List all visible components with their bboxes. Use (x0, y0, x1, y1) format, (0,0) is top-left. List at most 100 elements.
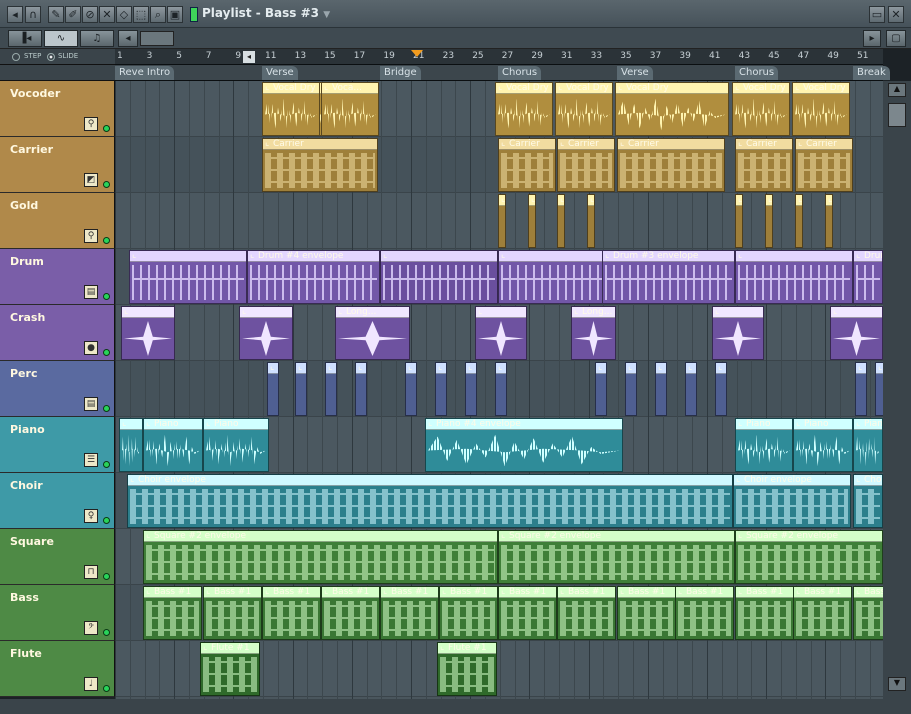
track-header-choir[interactable]: Choir ♀ (0, 473, 115, 529)
piano-envelope-clip[interactable]: Piano #4 envelope (425, 418, 623, 472)
gold-clip[interactable] (498, 194, 506, 248)
drum-clip[interactable] (498, 250, 616, 304)
paint-tool-icon[interactable]: ✐ (65, 6, 81, 23)
drum-icon[interactable]: ▤ (84, 397, 98, 411)
perc-clip[interactable] (435, 362, 447, 416)
zoom-tool-icon[interactable]: ⌕ (150, 6, 166, 23)
piano-clip[interactable]: Piano (853, 418, 883, 472)
crash-clip[interactable] (121, 306, 175, 360)
crash-clip[interactable] (239, 306, 293, 360)
delete-tool-icon[interactable]: ⊘ (82, 6, 98, 23)
perc-clip[interactable] (295, 362, 307, 416)
bass-clip[interactable]: Bass #1 (557, 586, 616, 640)
bass-clef-icon[interactable]: 𝄢 (84, 621, 98, 635)
select-tool-icon[interactable]: ⬚ (133, 6, 149, 23)
track-enable-led[interactable] (103, 573, 110, 580)
scroll-right-icon[interactable]: ▸ (863, 30, 881, 47)
bass-clip[interactable]: Bass #1 (853, 586, 883, 640)
carrier-clip[interactable]: Carrier (617, 138, 725, 192)
vocal-clip[interactable]: Voca... (321, 82, 379, 136)
track-enable-led[interactable] (103, 237, 110, 244)
menu-arrow-icon[interactable]: ◂ (7, 6, 23, 23)
perc-clip[interactable] (875, 362, 883, 416)
draw-tool-icon[interactable]: ✎ (48, 6, 64, 23)
track-enable-led[interactable] (103, 405, 110, 412)
crash-clip[interactable]: Long... (335, 306, 410, 360)
track-header-carrier[interactable]: Carrier ◩ (0, 137, 115, 193)
drum-icon[interactable]: ▤ (84, 285, 98, 299)
bass-clip[interactable]: Bass #1 (617, 586, 676, 640)
piano-clip[interactable]: Piano (203, 418, 269, 472)
piano-clip[interactable]: Piano (143, 418, 203, 472)
track-header-crash[interactable]: Crash ● (0, 305, 115, 361)
crash-clip[interactable]: Long... (571, 306, 616, 360)
drum-envelope-clip[interactable]: Drum #4 envelope (247, 250, 380, 304)
gold-clip[interactable] (557, 194, 565, 248)
synth-icon[interactable]: ◩ (84, 173, 98, 187)
bass-clip[interactable]: Bass #1 (203, 586, 262, 640)
track-enable-led[interactable] (103, 517, 110, 524)
track-header-square[interactable]: Square ⊓ (0, 529, 115, 585)
drum-clip[interactable]: Drum (853, 250, 883, 304)
flute-clip[interactable]: Flute #1 (437, 642, 497, 696)
window-toggle-icon[interactable]: ▢ (886, 30, 906, 47)
perc-clip[interactable] (655, 362, 667, 416)
piano-clip[interactable]: Piano (793, 418, 853, 472)
track-enable-led[interactable] (103, 125, 110, 132)
carrier-clip[interactable]: Carrier (557, 138, 615, 192)
marker-label[interactable]: Break (853, 66, 890, 80)
marker-label[interactable]: Chorus (498, 66, 542, 80)
bass-clip[interactable]: Bass #1 (321, 586, 380, 640)
square-envelope-clip[interactable]: Square #2 envelope (143, 530, 498, 584)
track-enable-led[interactable] (103, 293, 110, 300)
mute-tool-icon[interactable]: ✕ (99, 6, 115, 23)
playhead-marker-icon[interactable] (411, 50, 423, 57)
bass-clip[interactable]: Bass #1 (262, 586, 321, 640)
marker-label[interactable]: Verse (617, 66, 653, 80)
vocal-clip[interactable]: Vocal Dry (615, 82, 729, 136)
voice-icon[interactable]: ♀ (84, 509, 98, 523)
perc-clip[interactable] (405, 362, 417, 416)
perc-clip[interactable] (325, 362, 337, 416)
vertical-scrollbar[interactable]: ▲ ▼ (883, 81, 911, 699)
gold-clip[interactable] (528, 194, 536, 248)
crash-clip[interactable] (475, 306, 527, 360)
gold-clip[interactable] (825, 194, 833, 248)
gold-clip[interactable] (795, 194, 803, 248)
perc-clip[interactable] (855, 362, 867, 416)
track-enable-led[interactable] (103, 685, 110, 692)
track-enable-led[interactable] (103, 349, 110, 356)
drum-clip[interactable] (380, 250, 498, 304)
playlist-grid[interactable]: Vocal DryVoca...Vocal DryVocal DryVocal … (115, 81, 883, 699)
vocal-clip[interactable]: Vocal Dry (495, 82, 553, 136)
playback-tool-icon[interactable]: ▣ (167, 6, 183, 23)
square-envelope-clip[interactable]: Square #2 envelope (498, 530, 735, 584)
gold-clip[interactable] (587, 194, 595, 248)
scroll-up-icon[interactable]: ▲ (888, 83, 906, 97)
perc-clip[interactable] (495, 362, 507, 416)
vertical-scroll-thumb[interactable] (888, 103, 906, 127)
track-header-drum[interactable]: Drum ▤ (0, 249, 115, 305)
perc-clip[interactable] (625, 362, 637, 416)
bass-clip[interactable]: Bass #1 (793, 586, 852, 640)
track-header-bass[interactable]: Bass 𝄢 (0, 585, 115, 641)
carrier-clip[interactable]: Carrier (795, 138, 853, 192)
bass-clip[interactable]: Bass #1 (498, 586, 557, 640)
piano-clip[interactable]: Piano (735, 418, 793, 472)
window-title[interactable]: Playlist - Bass #3 ▼ (202, 6, 330, 20)
vocal-clip[interactable]: Vocal Dry (732, 82, 790, 136)
perc-clip[interactable] (685, 362, 697, 416)
loop-start-icon[interactable]: ◂ (243, 51, 255, 63)
track-header-flute[interactable]: Flute ♩ (0, 641, 115, 697)
choir-envelope-clip[interactable]: Choir envelope (127, 474, 733, 528)
wave-icon[interactable]: ⊓ (84, 565, 98, 579)
perc-clip[interactable] (465, 362, 477, 416)
vocal-clip[interactable]: Vocal Dry (792, 82, 850, 136)
flute-clip[interactable]: Flute #1 (200, 642, 260, 696)
carrier-clip[interactable]: Carrier (262, 138, 378, 192)
marker-label[interactable]: Verse (262, 66, 298, 80)
scroll-down-icon[interactable]: ▼ (888, 677, 906, 691)
track-enable-led[interactable] (103, 461, 110, 468)
close-icon[interactable]: ✕ (888, 6, 904, 23)
bass-clip[interactable]: Bass #1 (143, 586, 202, 640)
